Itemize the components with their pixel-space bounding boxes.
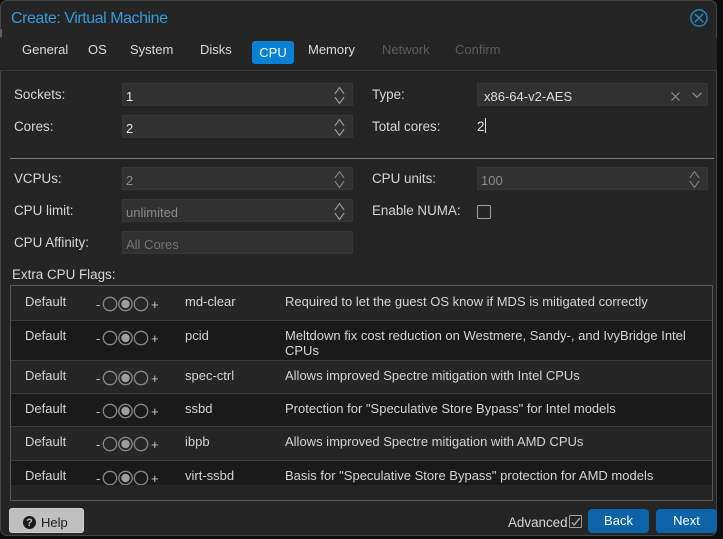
- svg-text:+: +: [151, 331, 159, 346]
- svg-text:-: -: [96, 471, 100, 485]
- svg-text:-: -: [96, 331, 100, 346]
- svg-text:-: -: [96, 371, 100, 386]
- svg-text:+: +: [151, 297, 159, 312]
- svg-text:-: -: [96, 437, 100, 452]
- svg-text:+: +: [151, 437, 159, 452]
- svg-text:?: ?: [26, 517, 33, 529]
- svg-text:+: +: [151, 471, 159, 485]
- svg-text:+: +: [151, 404, 159, 419]
- svg-text:+: +: [151, 371, 159, 386]
- svg-text:-: -: [96, 404, 100, 419]
- svg-text:-: -: [96, 297, 100, 312]
